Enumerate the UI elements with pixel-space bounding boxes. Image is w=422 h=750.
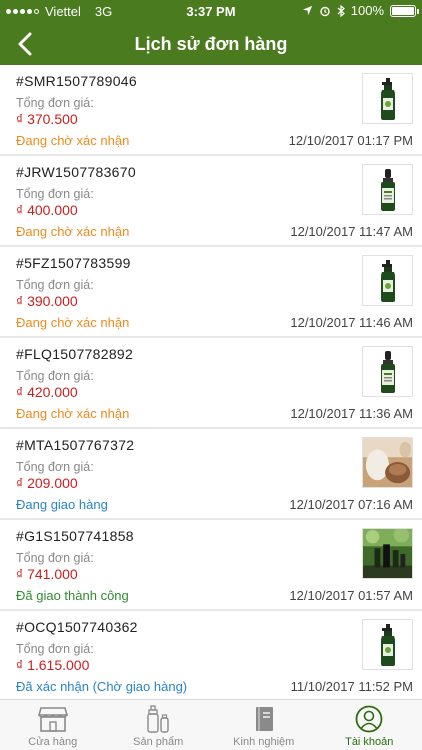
bottle-pump-icon [362, 619, 413, 670]
status-right: 100% [302, 3, 419, 18]
order-id: #5FZ1507783599 [16, 255, 131, 271]
tab-label: Kinh nghiệm [233, 736, 295, 748]
order-total: ₫ 400.000 [16, 202, 78, 218]
bottle-pump-icon [362, 255, 413, 306]
order-date: 12/10/2017 01:17 PM [288, 133, 413, 148]
dropper-bottle-icon [362, 164, 413, 215]
order-status: Đã xác nhận (Chờ giao hàng) [16, 679, 188, 694]
order-total-label: Tổng đơn giá: [16, 187, 94, 201]
order-total-label: Tổng đơn giá: [16, 551, 94, 565]
location-arrow-icon [302, 5, 312, 16]
order-status: Đang chờ xác nhận [16, 224, 130, 239]
order-row[interactable]: #JRW1507783670 Tổng đơn giá: ₫ 400.000 Đ… [0, 156, 422, 247]
navigation-bar: Lịch sử đơn hàng [0, 23, 422, 65]
bluetooth-icon [337, 4, 345, 17]
product-set-photo [362, 528, 413, 579]
status-bar: Viettel 3G 3:37 PM 100% [0, 0, 422, 23]
order-total-label: Tổng đơn giá: [16, 369, 94, 383]
order-row[interactable]: #SMR1507789046 Tổng đơn giá: ₫ 370.500 Đ… [0, 65, 422, 156]
order-row[interactable]: #MTA1507767372 Tổng đơn giá: ₫ 209.000 Đ… [0, 429, 422, 520]
order-date: 12/10/2017 11:47 AM [290, 224, 413, 239]
order-row[interactable]: #FLQ1507782892 Tổng đơn giá: ₫ 420.000 Đ… [0, 338, 422, 429]
order-id: #JRW1507783670 [16, 164, 136, 180]
tab-3[interactable]: Tài khoản [317, 700, 422, 750]
order-total: ₫ 741.000 [16, 566, 78, 582]
order-id: #FLQ1507782892 [16, 346, 134, 362]
order-date: 12/10/2017 11:36 AM [290, 406, 413, 421]
order-date: 12/10/2017 07:16 AM [289, 497, 413, 512]
order-status: Đang chờ xác nhận [16, 133, 130, 148]
tab-label: Cửa hàng [28, 736, 78, 748]
order-row[interactable]: #G1S1507741858 Tổng đơn giá: ₫ 741.000 Đ… [0, 520, 422, 611]
page-title: Lịch sử đơn hàng [134, 34, 288, 54]
alarm-icon [320, 6, 330, 16]
app-screen: Viettel 3G 3:37 PM 100% Lịch sử đơn hàng… [0, 0, 422, 750]
battery-icon [390, 4, 419, 17]
dropper-bottle-icon [362, 346, 413, 397]
battery-percent: 100% [350, 3, 384, 18]
order-row[interactable]: #OCQ1507740362 Tổng đơn giá: ₫ 1.615.000… [0, 611, 422, 699]
tab-label: Sản phẩm [133, 736, 184, 748]
products-icon [143, 705, 173, 733]
tab-bar: Cửa hàng Sản phẩm Kinh nghiệm Tài khoản [0, 699, 422, 750]
order-status: Đã giao thành công [16, 588, 129, 603]
battery-fill [392, 6, 414, 15]
book-icon [249, 705, 279, 733]
order-total-label: Tổng đơn giá: [16, 96, 94, 110]
order-total: ₫ 420.000 [16, 384, 78, 400]
order-total: ₫ 390.000 [16, 293, 78, 309]
order-date: 12/10/2017 01:57 AM [289, 588, 413, 603]
order-total-label: Tổng đơn giá: [16, 642, 94, 656]
order-total-label: Tổng đơn giá: [16, 278, 94, 292]
store-icon [37, 705, 68, 733]
account-icon [354, 705, 384, 733]
order-total-label: Tổng đơn giá: [16, 460, 94, 474]
order-id: #G1S1507741858 [16, 528, 134, 544]
order-date: 11/10/2017 11:52 PM [290, 679, 413, 694]
product-jar-photo [362, 437, 413, 488]
order-id: #MTA1507767372 [16, 437, 135, 453]
order-total: ₫ 209.000 [16, 475, 78, 491]
tab-label: Tài khoản [345, 736, 394, 748]
order-date: 12/10/2017 11:46 AM [290, 315, 413, 330]
order-row[interactable]: #5FZ1507783599 Tổng đơn giá: ₫ 390.000 Đ… [0, 247, 422, 338]
order-status: Đang chờ xác nhận [16, 406, 130, 421]
bottle-pump-icon [362, 73, 413, 124]
order-status: Đang chờ xác nhận [16, 315, 130, 330]
order-total: ₫ 1.615.000 [16, 657, 90, 673]
order-status: Đang giao hàng [16, 497, 108, 512]
tab-2[interactable]: Kinh nghiệm [211, 700, 317, 750]
order-list[interactable]: #SMR1507789046 Tổng đơn giá: ₫ 370.500 Đ… [0, 65, 422, 699]
order-id: #OCQ1507740362 [16, 619, 138, 635]
tab-1[interactable]: Sản phẩm [106, 700, 212, 750]
tab-0[interactable]: Cửa hàng [0, 700, 106, 750]
order-total: ₫ 370.500 [16, 111, 78, 127]
order-id: #SMR1507789046 [16, 73, 137, 89]
